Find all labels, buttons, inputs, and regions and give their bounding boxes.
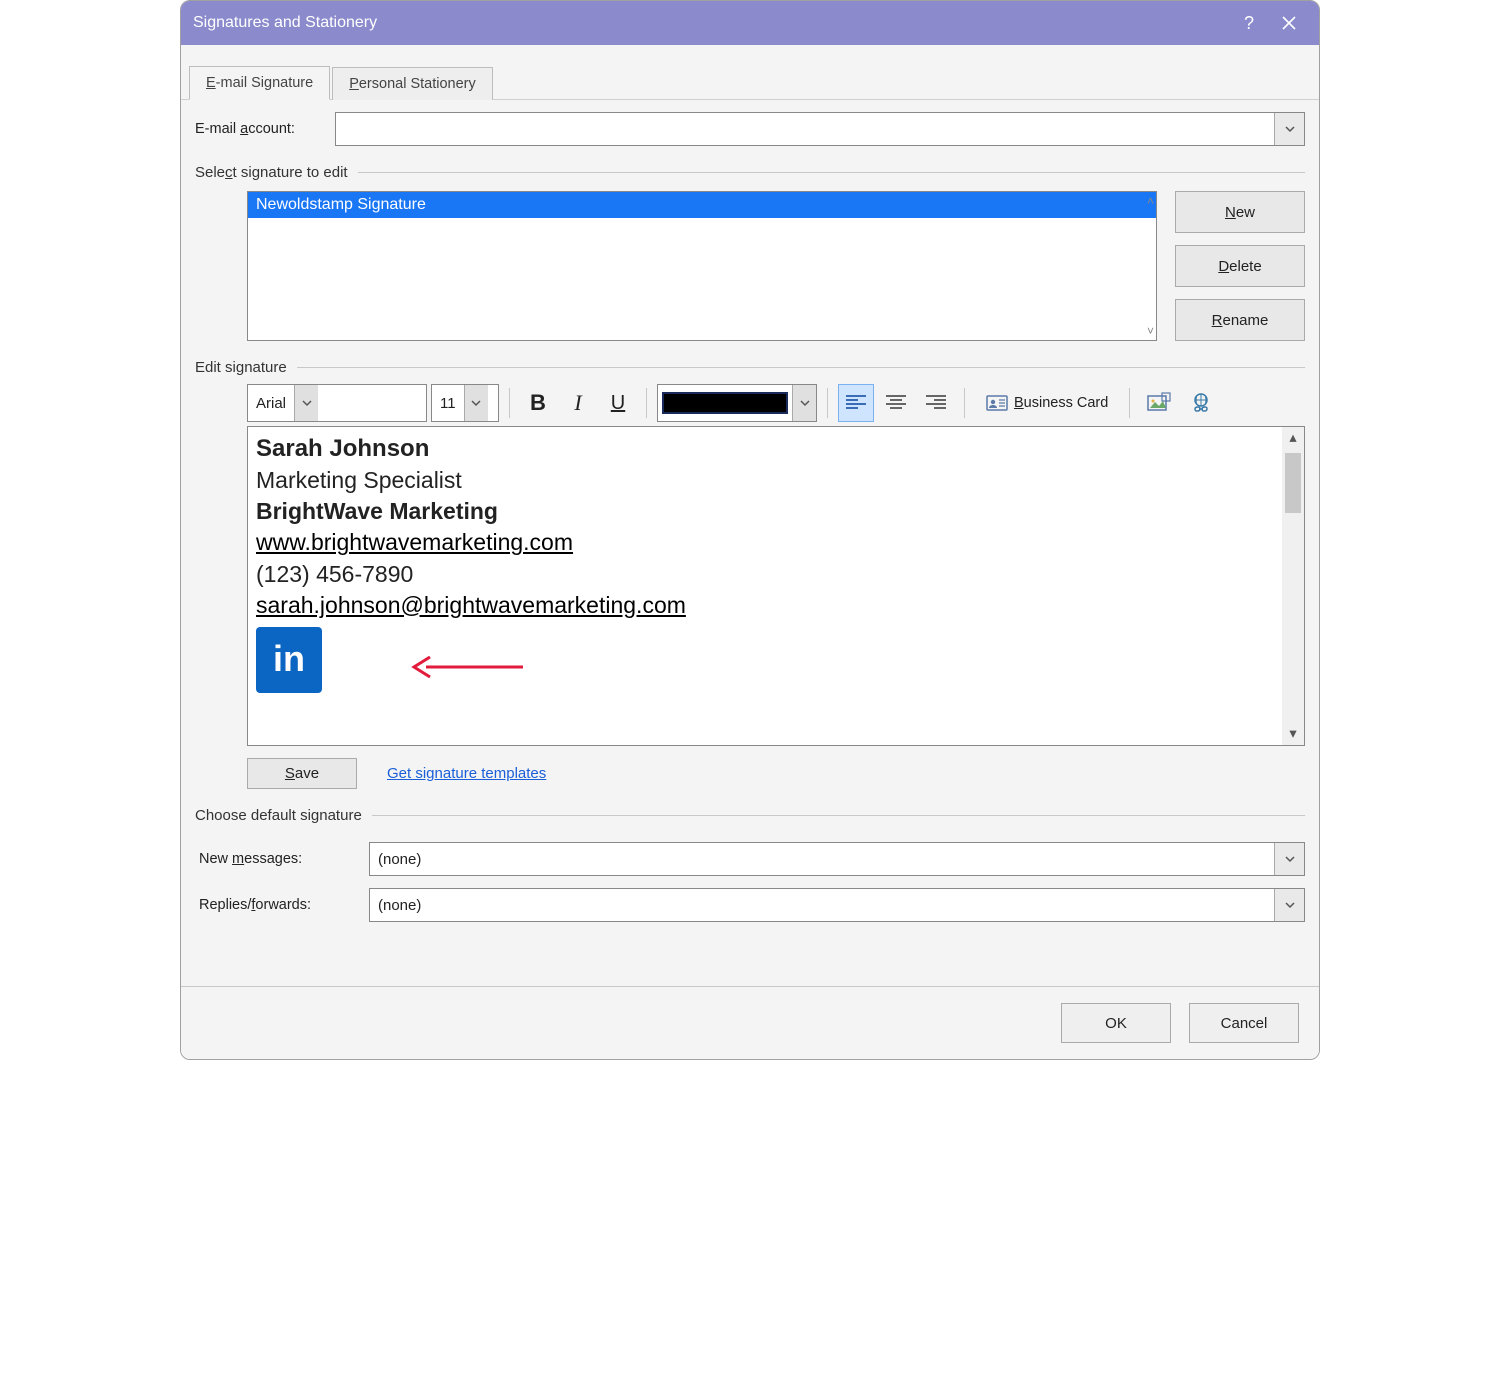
business-card-button[interactable]: Business Card (975, 384, 1119, 422)
scroll-down-icon: ˅ (1147, 324, 1154, 338)
chevron-down-icon (471, 398, 481, 408)
replies-forwards-dropdown[interactable]: (none) (369, 888, 1305, 922)
help-button[interactable]: ? (1229, 1, 1269, 45)
align-left-icon (845, 394, 867, 412)
email-account-value (336, 113, 1274, 145)
scroll-up-icon: ▴ (1282, 427, 1304, 449)
align-center-button[interactable] (878, 384, 914, 422)
font-color-dropdown[interactable] (657, 384, 817, 422)
signatures-dialog: Signatures and Stationery ? E-mail Signa… (180, 0, 1320, 1060)
rename-signature-button[interactable]: Rename (1175, 299, 1305, 341)
new-messages-label: New messages: (199, 851, 369, 867)
chevron-down-icon (302, 398, 312, 408)
chevron-down-icon (800, 398, 810, 408)
chevron-down-icon (1274, 843, 1304, 875)
align-right-button[interactable] (918, 384, 954, 422)
new-messages-value: (none) (370, 843, 1274, 875)
replies-forwards-label: Replies/forwards: (199, 897, 369, 913)
signature-list[interactable]: Newoldstamp Signature ˄ ˅ (247, 191, 1157, 341)
font-color-swatch (662, 392, 788, 414)
save-button[interactable]: Save (247, 758, 357, 789)
email-account-dropdown[interactable] (335, 112, 1305, 146)
editor-scrollbar[interactable]: ▴ ▾ (1282, 427, 1304, 745)
scroll-up-icon: ˄ (1147, 194, 1154, 208)
font-family-value: Arial (248, 393, 294, 414)
ok-button[interactable]: OK (1061, 1003, 1171, 1043)
new-signature-button[interactable]: New (1175, 191, 1305, 233)
picture-icon (1147, 392, 1171, 414)
hyperlink-icon (1189, 392, 1213, 414)
sig-phone: (123) 456-7890 (256, 559, 1296, 590)
sig-website[interactable]: www.brightwavemarketing.com (256, 529, 573, 555)
editor-toolbar: Arial 11 B I U (247, 384, 1305, 422)
bold-button[interactable]: B (520, 384, 556, 422)
titlebar: Signatures and Stationery ? (181, 1, 1319, 45)
cancel-button[interactable]: Cancel (1189, 1003, 1299, 1043)
chevron-down-icon (1274, 113, 1304, 145)
window-title: Signatures and Stationery (193, 14, 1229, 32)
scroll-down-icon: ▾ (1282, 723, 1304, 745)
linkedin-icon[interactable]: in (256, 627, 322, 693)
align-right-icon (925, 394, 947, 412)
get-templates-link[interactable]: Get signature templates (387, 765, 546, 782)
underline-button[interactable]: U (600, 384, 636, 422)
chevron-down-icon (1274, 889, 1304, 921)
insert-picture-button[interactable] (1140, 384, 1178, 422)
close-icon (1281, 15, 1297, 31)
close-button[interactable] (1269, 1, 1309, 45)
business-card-icon (986, 394, 1008, 412)
sig-email[interactable]: sarah.johnson@brightwavemarketing.com (256, 592, 686, 618)
signature-editor-content[interactable]: Sarah Johnson Marketing Specialist Brigh… (248, 427, 1304, 745)
email-account-label: E-mail account: (195, 121, 335, 137)
signature-list-item[interactable]: Newoldstamp Signature (248, 192, 1156, 218)
italic-button[interactable]: I (560, 384, 596, 422)
choose-default-legend: Choose default signature (195, 807, 372, 824)
sig-role: Marketing Specialist (256, 465, 1296, 496)
tab-strip: E-mail Signature Personal Stationery (181, 45, 1319, 100)
tab-personal-stationery[interactable]: Personal Stationery (332, 67, 493, 100)
new-messages-dropdown[interactable]: (none) (369, 842, 1305, 876)
align-left-button[interactable] (838, 384, 874, 422)
sig-company: BrightWave Marketing (256, 496, 1296, 527)
signature-list-scrollbar[interactable]: ˄ ˅ (1147, 194, 1154, 338)
scroll-thumb[interactable] (1285, 453, 1301, 513)
dialog-footer: OK Cancel (181, 986, 1319, 1059)
font-family-dropdown[interactable]: Arial (247, 384, 427, 422)
align-center-icon (885, 394, 907, 412)
dialog-body: E-mail account: Select signature to edit… (181, 100, 1319, 986)
replies-forwards-value: (none) (370, 889, 1274, 921)
edit-signature-legend: Edit signature (195, 359, 297, 376)
sig-name: Sarah Johnson (256, 433, 1296, 465)
tab-email-signature[interactable]: E-mail Signature (189, 66, 330, 100)
font-size-value: 11 (432, 393, 464, 414)
font-size-dropdown[interactable]: 11 (431, 384, 499, 422)
select-signature-legend: Select signature to edit (195, 164, 358, 181)
delete-signature-button[interactable]: Delete (1175, 245, 1305, 287)
signature-editor[interactable]: Sarah Johnson Marketing Specialist Brigh… (247, 426, 1305, 746)
insert-hyperlink-button[interactable] (1182, 384, 1220, 422)
